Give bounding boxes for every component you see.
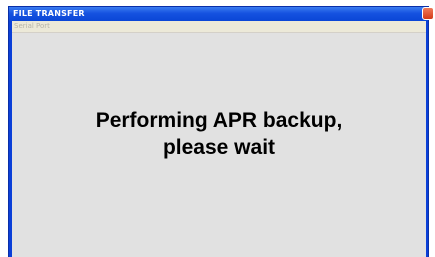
status-message-line-1: Performing APR backup, bbox=[95, 109, 343, 132]
file-transfer-window: FILE TRANSFER Serial Port Performing APR… bbox=[8, 6, 434, 257]
window-title: FILE TRANSFER bbox=[13, 9, 85, 18]
menu-bar: Serial Port bbox=[12, 21, 426, 33]
title-bar[interactable]: FILE TRANSFER bbox=[9, 7, 434, 21]
status-message: Performing APR backup, please wait bbox=[12, 107, 426, 161]
status-message-line-2: please wait bbox=[162, 136, 276, 159]
menu-item-serial-port[interactable]: Serial Port bbox=[14, 21, 50, 32]
close-icon[interactable] bbox=[422, 7, 434, 20]
window-client-area: Serial Port Performing APR backup, pleas… bbox=[12, 21, 426, 257]
